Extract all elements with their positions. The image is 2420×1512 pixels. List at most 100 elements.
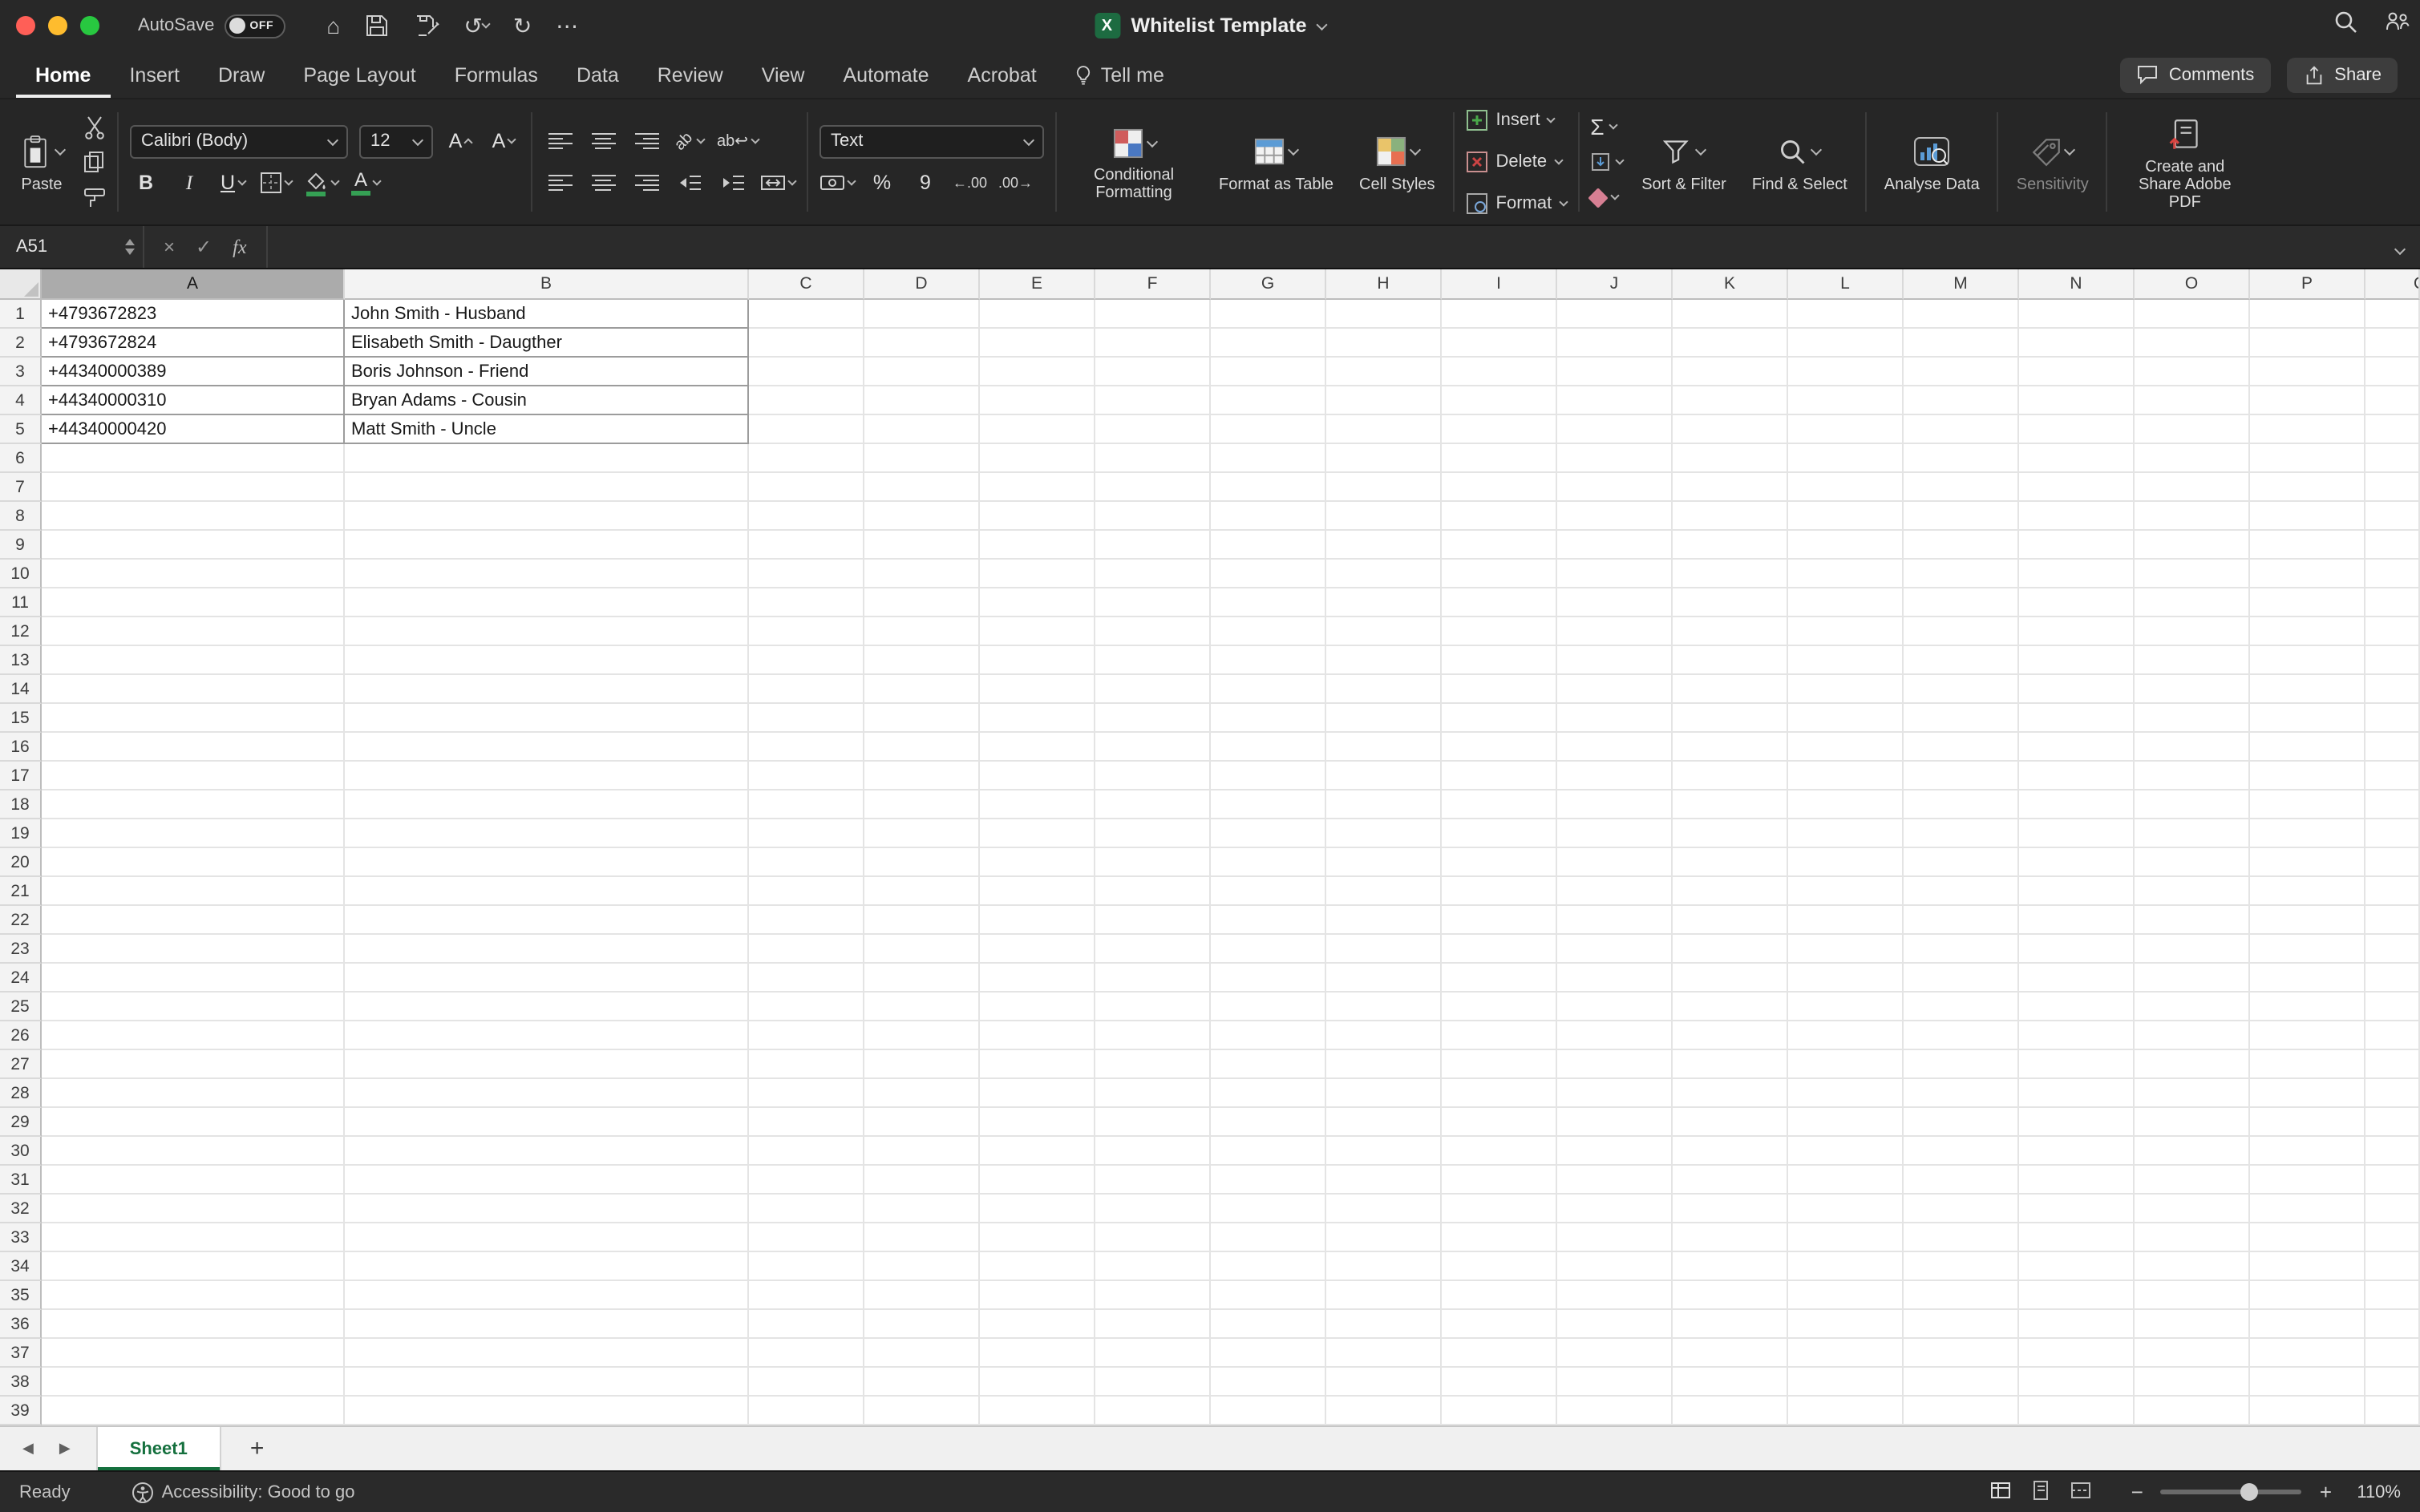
cell-C3[interactable] [749,358,864,386]
cell-Q11[interactable] [2365,588,2420,617]
cell-Q18[interactable] [2365,790,2420,819]
cell-K20[interactable] [1673,848,1788,877]
cell-G35[interactable] [1211,1281,1326,1310]
cell-C8[interactable] [749,502,864,531]
cell-B13[interactable] [345,646,749,675]
cell-J32[interactable] [1557,1195,1673,1223]
cell-H14[interactable] [1326,675,1442,704]
cell-H32[interactable] [1326,1195,1442,1223]
cell-L3[interactable] [1788,358,1904,386]
page-break-view-button[interactable] [2070,1479,2091,1505]
cell-A28[interactable] [42,1079,345,1108]
number-format-select[interactable]: Text [819,124,1044,158]
cell-E28[interactable] [980,1079,1095,1108]
font-name-select[interactable]: Calibri (Body) [130,124,348,158]
cell-E20[interactable] [980,848,1095,877]
cell-O6[interactable] [2135,444,2250,473]
cell-E35[interactable] [980,1281,1095,1310]
cell-K3[interactable] [1673,358,1788,386]
cell-G17[interactable] [1211,762,1326,790]
close-window-button[interactable] [16,16,35,35]
cell-G11[interactable] [1211,588,1326,617]
row-header-29[interactable]: 29 [0,1108,42,1137]
cell-A24[interactable] [42,964,345,993]
cell-D21[interactable] [864,877,980,906]
cell-F35[interactable] [1095,1281,1211,1310]
cell-D17[interactable] [864,762,980,790]
cell-L14[interactable] [1788,675,1904,704]
cell-O32[interactable] [2135,1195,2250,1223]
cell-H38[interactable] [1326,1368,1442,1397]
cell-A2[interactable]: +4793672824 [42,329,345,358]
row-header-25[interactable]: 25 [0,993,42,1021]
cell-N18[interactable] [2019,790,2135,819]
cell-H8[interactable] [1326,502,1442,531]
cell-styles-button[interactable]: Cell Styles [1353,129,1442,195]
row-header-20[interactable]: 20 [0,848,42,877]
cell-A27[interactable] [42,1050,345,1079]
cell-C11[interactable] [749,588,864,617]
cell-I25[interactable] [1442,993,1557,1021]
cell-O3[interactable] [2135,358,2250,386]
cell-H7[interactable] [1326,473,1442,502]
cell-M32[interactable] [1904,1195,2019,1223]
autosave-control[interactable]: AutoSave OFF [138,14,285,38]
column-header-C[interactable]: C [749,269,864,300]
cell-J27[interactable] [1557,1050,1673,1079]
cell-K6[interactable] [1673,444,1788,473]
cell-H16[interactable] [1326,733,1442,762]
cell-P31[interactable] [2250,1166,2365,1195]
cell-J22[interactable] [1557,906,1673,935]
cell-E27[interactable] [980,1050,1095,1079]
cell-F4[interactable] [1095,386,1211,415]
cell-G38[interactable] [1211,1368,1326,1397]
cell-K23[interactable] [1673,935,1788,964]
cell-D31[interactable] [864,1166,980,1195]
cell-C9[interactable] [749,531,864,560]
cell-J7[interactable] [1557,473,1673,502]
cell-O8[interactable] [2135,502,2250,531]
cell-B2[interactable]: Elisabeth Smith - Daugther [345,329,749,358]
cell-K10[interactable] [1673,560,1788,588]
cell-I9[interactable] [1442,531,1557,560]
cell-E34[interactable] [980,1252,1095,1281]
cell-E9[interactable] [980,531,1095,560]
cell-F3[interactable] [1095,358,1211,386]
cell-J8[interactable] [1557,502,1673,531]
cell-I12[interactable] [1442,617,1557,646]
cell-N34[interactable] [2019,1252,2135,1281]
cell-K4[interactable] [1673,386,1788,415]
zoom-out-button[interactable]: − [2131,1480,2143,1504]
cell-B30[interactable] [345,1137,749,1166]
cell-B28[interactable] [345,1079,749,1108]
cell-A15[interactable] [42,704,345,733]
row-header-30[interactable]: 30 [0,1137,42,1166]
cell-B6[interactable] [345,444,749,473]
cell-Q13[interactable] [2365,646,2420,675]
cell-A1[interactable]: +4793672823 [42,300,345,329]
cell-A6[interactable] [42,444,345,473]
row-header-18[interactable]: 18 [0,790,42,819]
cell-P39[interactable] [2250,1397,2365,1425]
cell-I8[interactable] [1442,502,1557,531]
cell-A17[interactable] [42,762,345,790]
cell-A4[interactable]: +44340000310 [42,386,345,415]
cell-E30[interactable] [980,1137,1095,1166]
cell-Q25[interactable] [2365,993,2420,1021]
row-header-27[interactable]: 27 [0,1050,42,1079]
cell-J25[interactable] [1557,993,1673,1021]
cell-A7[interactable] [42,473,345,502]
cell-M38[interactable] [1904,1368,2019,1397]
cell-Q32[interactable] [2365,1195,2420,1223]
column-header-partial-Q[interactable]: Q [2365,269,2420,300]
insert-function-icon[interactable]: fx [233,235,246,259]
cell-M30[interactable] [1904,1137,2019,1166]
cell-P18[interactable] [2250,790,2365,819]
tab-view[interactable]: View [743,51,824,98]
cell-Q3[interactable] [2365,358,2420,386]
cell-A21[interactable] [42,877,345,906]
cell-K12[interactable] [1673,617,1788,646]
redo-icon[interactable]: ↻ [513,14,532,37]
cell-E21[interactable] [980,877,1095,906]
cell-J2[interactable] [1557,329,1673,358]
